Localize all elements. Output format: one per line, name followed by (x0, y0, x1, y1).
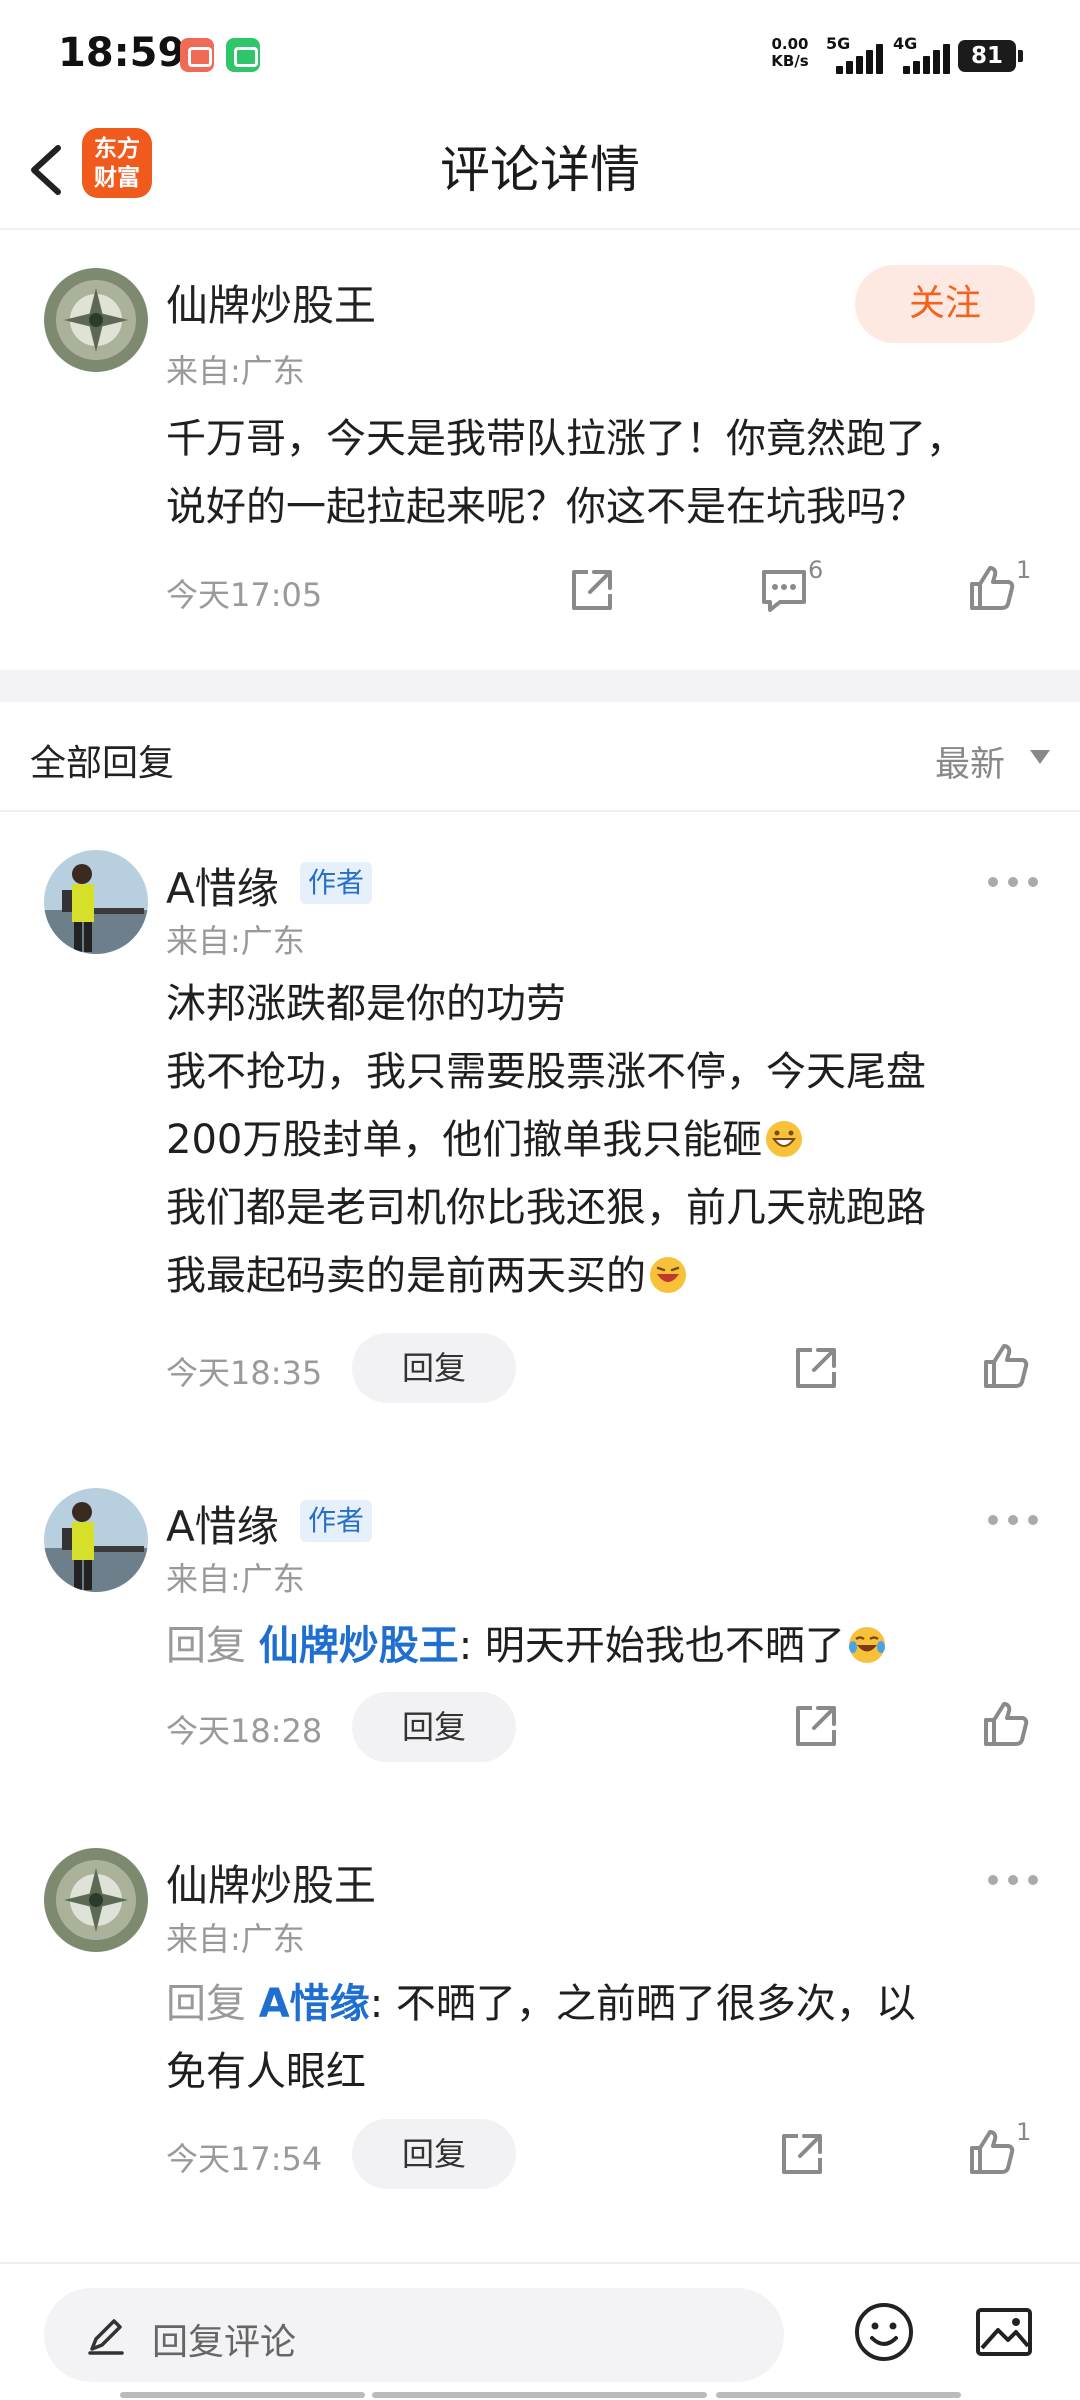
comment-author[interactable]: 仙牌炒股王 (166, 272, 376, 333)
page-title: 评论详情 (440, 141, 640, 199)
caret-down-icon[interactable] (1030, 750, 1050, 764)
reply-button[interactable]: 回复 (352, 1692, 516, 1762)
reply-author[interactable]: 仙牌炒股王 (166, 1852, 376, 1913)
reply-time: 今天18:35 (166, 1354, 323, 1392)
reply-content: 回复 A惜缘: 不晒了，之前晒了很多次，以 免有人眼红 (166, 1981, 916, 2095)
reply-button[interactable]: 回复 (352, 2119, 516, 2189)
reply-author[interactable]: A惜缘 (166, 855, 279, 916)
share-button[interactable] (774, 2126, 830, 2182)
thumbs-up-icon (984, 1344, 1029, 1388)
more-options-icon[interactable] (988, 1510, 1044, 1530)
section-divider (0, 670, 1080, 702)
aerial-avatar-image (44, 1848, 148, 1952)
avatar[interactable] (44, 1848, 148, 1952)
bottom-bar: 回复评论 (0, 2262, 1080, 2400)
like-button[interactable] (964, 560, 1020, 616)
thumbs-up-icon (970, 2130, 1015, 2174)
image-button[interactable] (972, 2300, 1036, 2364)
net-speed: 0.00 KB/s (765, 36, 815, 70)
reply-button[interactable]: 回复 (352, 1333, 516, 1403)
more-options-icon[interactable] (988, 872, 1044, 892)
share-button[interactable] (788, 1698, 844, 1754)
tears-of-joy-emoji-icon (848, 1627, 885, 1663)
replies-header: 全部回复 最新 (0, 702, 1080, 812)
nav-gesture-bar (716, 2392, 961, 2398)
chevron-left-icon (31, 145, 61, 195)
reply-author[interactable]: A惜缘 (166, 1493, 279, 1554)
like-button[interactable] (964, 2124, 1020, 2180)
comment-location: 来自:广东 (166, 352, 305, 390)
battery-icon: 81 (958, 40, 1023, 72)
person-avatar-image (44, 850, 148, 954)
status-time: 18:59 (58, 30, 186, 76)
mention-link[interactable]: 仙牌炒股王 (259, 1623, 459, 1669)
share-icon (782, 2134, 822, 2174)
replies-title: 全部回复 (30, 743, 175, 784)
back-button[interactable] (18, 128, 88, 208)
phone-notification-icon (226, 38, 260, 72)
reply-location: 来自:广东 (166, 1920, 305, 1958)
more-options-icon[interactable] (988, 1870, 1044, 1890)
reply-location: 来自:广东 (166, 922, 305, 960)
avatar[interactable] (44, 850, 148, 954)
comment-button[interactable] (756, 562, 812, 618)
thumbs-up-icon (970, 566, 1015, 610)
author-badge: 作者 (300, 1500, 372, 1542)
nav-gesture-bar (372, 2392, 707, 2398)
laughing-emoji-icon (650, 1257, 686, 1293)
comment-time: 今天17:05 (166, 576, 323, 614)
reply-count: 6 (808, 556, 824, 584)
comment-content: 千万哥，今天是我带队拉涨了！你竟然跑了， 说好的一起拉起来呢？你这不是在坑我吗？ (166, 416, 966, 530)
share-button[interactable] (788, 1340, 844, 1396)
avatar[interactable] (44, 1488, 148, 1592)
like-button[interactable] (978, 1696, 1034, 1752)
reply-location: 来自:广东 (166, 1560, 305, 1598)
person-avatar-image (44, 1488, 148, 1592)
follow-button[interactable]: 关注 (855, 265, 1035, 343)
reply-time: 今天18:28 (166, 1712, 323, 1750)
like-count: 1 (1016, 556, 1032, 584)
like-button[interactable] (978, 1338, 1034, 1394)
share-icon (796, 1348, 836, 1388)
status-bar: 18:59 0.00 KB/s 5G 4G 81 (0, 0, 1080, 110)
avatar[interactable] (44, 268, 148, 372)
sim1-signal-icon (836, 44, 883, 74)
mention-link[interactable]: A惜缘 (259, 1981, 370, 2027)
like-count: 1 (1016, 2118, 1032, 2146)
reply-time: 今天17:54 (166, 2140, 323, 2178)
thumbs-up-icon (984, 1702, 1029, 1746)
sort-dropdown[interactable]: 最新 (935, 736, 1005, 787)
comment-icon (762, 570, 806, 612)
emoji-button[interactable] (852, 2300, 916, 2364)
share-button[interactable] (564, 562, 620, 618)
reply-content: 回复 仙牌炒股王: 明天开始我也不晒了 (166, 1612, 887, 1680)
image-icon (976, 2308, 1032, 2356)
reply-content: 沐邦涨跌都是你的功劳 我不抢功，我只需要股票涨不停，今天尾盘 200万股封单，他… (166, 981, 926, 1299)
page-header: 评论详情 东方 财富 (0, 110, 1080, 230)
aerial-avatar-image (44, 268, 148, 372)
sim2-signal-icon (903, 44, 950, 74)
app-logo[interactable]: 东方 财富 (82, 128, 152, 198)
net-speed-unit: KB/s (771, 52, 809, 70)
grin-emoji-icon (766, 1121, 803, 1157)
nav-gesture-bar (120, 2392, 365, 2398)
net-speed-value: 0.00 (771, 35, 809, 53)
share-icon (572, 570, 612, 610)
share-icon (796, 1706, 836, 1746)
reply-comment-input[interactable]: 回复评论 (44, 2288, 784, 2382)
reply-placeholder: 回复评论 (152, 2322, 297, 2363)
author-badge: 作者 (300, 862, 372, 904)
smiley-icon (855, 2303, 913, 2361)
notification-app-icon (180, 38, 214, 72)
pencil-icon (88, 2319, 124, 2355)
